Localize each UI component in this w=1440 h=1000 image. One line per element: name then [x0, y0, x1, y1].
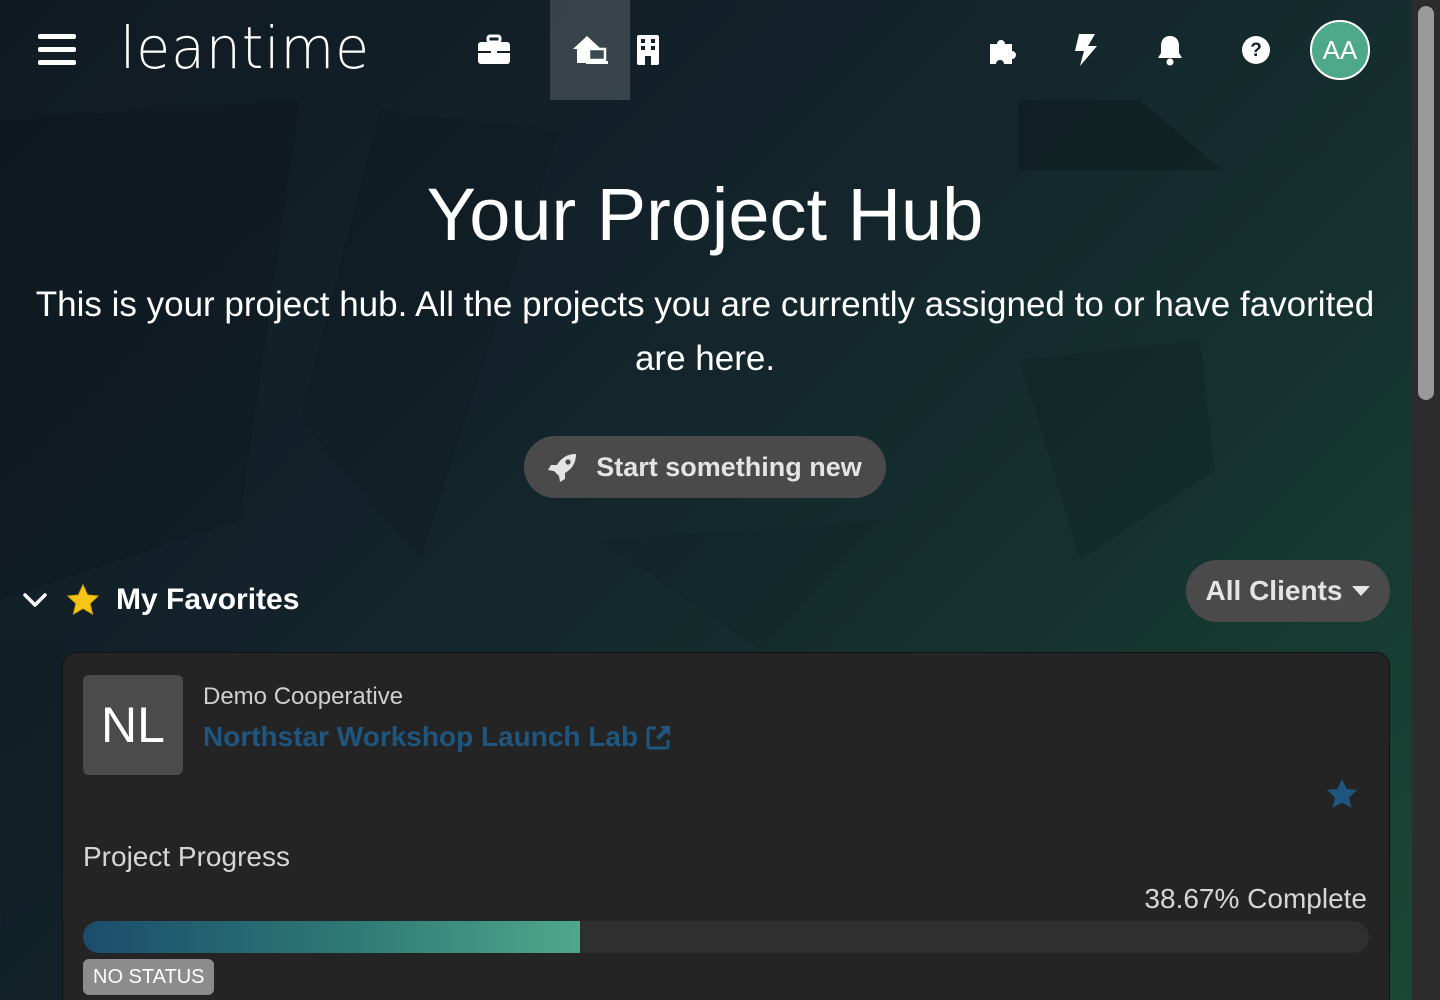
- chevron-down-icon[interactable]: [20, 585, 50, 615]
- house-laptop-icon: [573, 36, 608, 64]
- favorites-title: My Favorites: [116, 583, 300, 616]
- start-something-new-button[interactable]: Start something new: [524, 436, 886, 498]
- leantime-logo[interactable]: leantime: [120, 14, 370, 82]
- progress-label: Project Progress: [83, 841, 290, 872]
- notifications-bell-icon[interactable]: [1130, 0, 1210, 100]
- project-card: NL Demo Cooperative Northstar Workshop L…: [62, 652, 1390, 1000]
- project-name-link[interactable]: Northstar Workshop Launch Lab: [203, 721, 672, 753]
- lightning-icon: [1075, 34, 1097, 66]
- star-emoji-icon: [66, 583, 100, 616]
- scrollbar-thumb[interactable]: [1418, 6, 1434, 400]
- status-badge[interactable]: NO STATUS: [83, 959, 215, 995]
- client-filter-label: All Clients: [1205, 575, 1343, 606]
- start-something-new-label: Start something new: [596, 451, 862, 482]
- progress-bar-fill: [83, 921, 581, 953]
- svg-text:?: ?: [1250, 40, 1262, 61]
- caret-down-icon: [1352, 586, 1371, 596]
- company-nav-building-icon[interactable]: [608, 0, 688, 100]
- rocket-icon: [548, 454, 577, 482]
- briefcase-icon: [478, 34, 510, 64]
- puzzle-icon: [990, 40, 1016, 64]
- quick-actions-lightning-icon[interactable]: [1046, 0, 1126, 100]
- apps-nav-puzzle-icon[interactable]: [962, 0, 1042, 100]
- page-title: Your Project Hub: [426, 173, 984, 256]
- progress-bar: [83, 921, 1369, 953]
- favorite-star-icon[interactable]: [1325, 777, 1359, 811]
- project-name-label: Northstar Workshop Launch Lab: [203, 721, 639, 752]
- client-filter-dropdown[interactable]: All Clients: [1186, 560, 1390, 622]
- help-question-icon[interactable]: ?: [1216, 0, 1296, 100]
- building-icon: [637, 35, 659, 65]
- external-link-icon: [646, 726, 671, 750]
- project-avatar[interactable]: NL: [83, 675, 183, 775]
- projects-nav-briefcase-icon[interactable]: [454, 0, 534, 100]
- progress-percentage: 38.67% Complete: [1144, 883, 1367, 914]
- page-subtitle: This is your project hub. All the projec…: [35, 285, 1375, 378]
- top-navigation: leantime ? AA: [0, 0, 1412, 100]
- menu-toggle-icon[interactable]: [38, 34, 76, 66]
- question-circle-icon: ?: [1242, 36, 1270, 64]
- favorites-section-header: My Favorites: [20, 578, 299, 622]
- project-client-name: Demo Cooperative: [203, 683, 404, 710]
- bell-icon: [1158, 36, 1182, 66]
- user-avatar[interactable]: AA: [1310, 20, 1370, 80]
